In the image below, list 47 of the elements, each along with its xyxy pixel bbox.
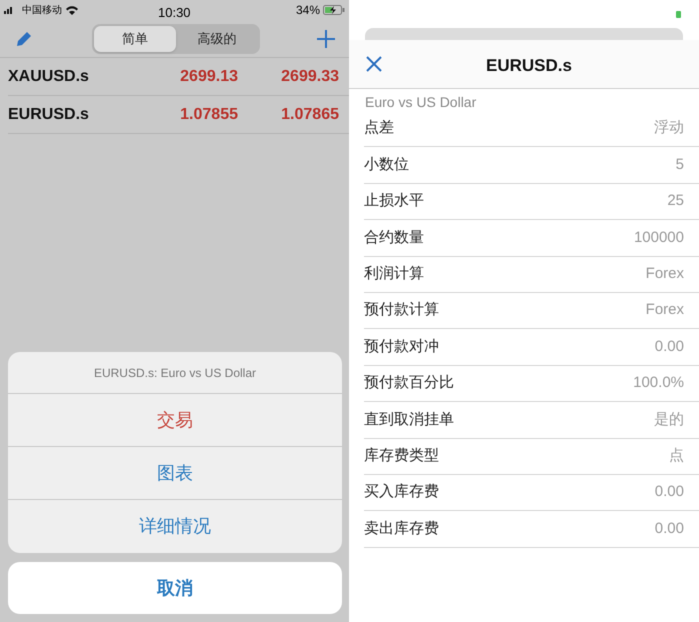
- property-value: 100000: [634, 228, 684, 248]
- property-value: 点: [669, 446, 684, 466]
- property-value: 是的: [654, 410, 684, 430]
- property-label: 直到取消挂单: [364, 410, 454, 430]
- property-value: 5: [676, 154, 684, 175]
- symbol-description: Euro vs US Dollar: [364, 93, 478, 111]
- battery-icon: [676, 10, 681, 18]
- wifi-icon: [66, 6, 78, 14]
- action-button[interactable]: 图表: [8, 447, 342, 500]
- battery-percent: 34%: [296, 2, 320, 19]
- property-value: Forex: [646, 300, 684, 320]
- property-label: 预付款计算: [364, 300, 439, 320]
- sheet-title: EURUSD.s: [486, 55, 572, 77]
- property-label: 点差: [364, 118, 394, 138]
- property-label: 止损水平: [364, 191, 424, 212]
- symbol-name[interactable]: EURUSD.s: [8, 102, 128, 126]
- ask-price: 1.07865: [280, 104, 339, 124]
- cancel-button[interactable]: 取消: [8, 562, 342, 614]
- ask-price: 2699.33: [280, 66, 339, 86]
- property-label: 预付款百分比: [364, 373, 454, 394]
- add-icon[interactable]: [317, 30, 335, 48]
- property-label: 库存费类型: [364, 446, 439, 466]
- property-label: 合约数量: [364, 228, 424, 248]
- action-button[interactable]: 交易: [8, 394, 342, 447]
- property-value: 0.00: [654, 482, 684, 502]
- property-value: 浮动: [654, 118, 684, 138]
- bid-price: 1.07855: [179, 104, 238, 124]
- action-button[interactable]: 详细情况: [8, 500, 342, 553]
- property-label: 预付款对冲: [364, 336, 439, 357]
- symbol-name[interactable]: XAUUSD.s: [8, 64, 128, 88]
- carrier-name: 中国移动: [22, 4, 62, 18]
- battery-charging-icon: [323, 5, 345, 15]
- property-value: 25: [667, 191, 684, 212]
- clock-time: 10:30: [158, 4, 191, 22]
- bid-price: 2699.13: [179, 66, 238, 86]
- property-label: 小数位: [364, 154, 409, 175]
- segment-tab[interactable]: 高级的: [176, 26, 258, 52]
- property-value: 0.00: [654, 518, 684, 539]
- sheet-title: EURUSD.s: Euro vs US Dollar: [8, 352, 342, 394]
- property-value: 0.00: [654, 336, 684, 357]
- close-icon[interactable]: [366, 56, 382, 72]
- property-value: 100.0%: [633, 373, 684, 394]
- property-value: Forex: [646, 264, 684, 284]
- property-label: 卖出库存费: [364, 518, 439, 539]
- property-label: 利润计算: [364, 264, 424, 284]
- property-label: 买入库存费: [364, 482, 439, 502]
- segment-tab[interactable]: 简单: [94, 26, 176, 52]
